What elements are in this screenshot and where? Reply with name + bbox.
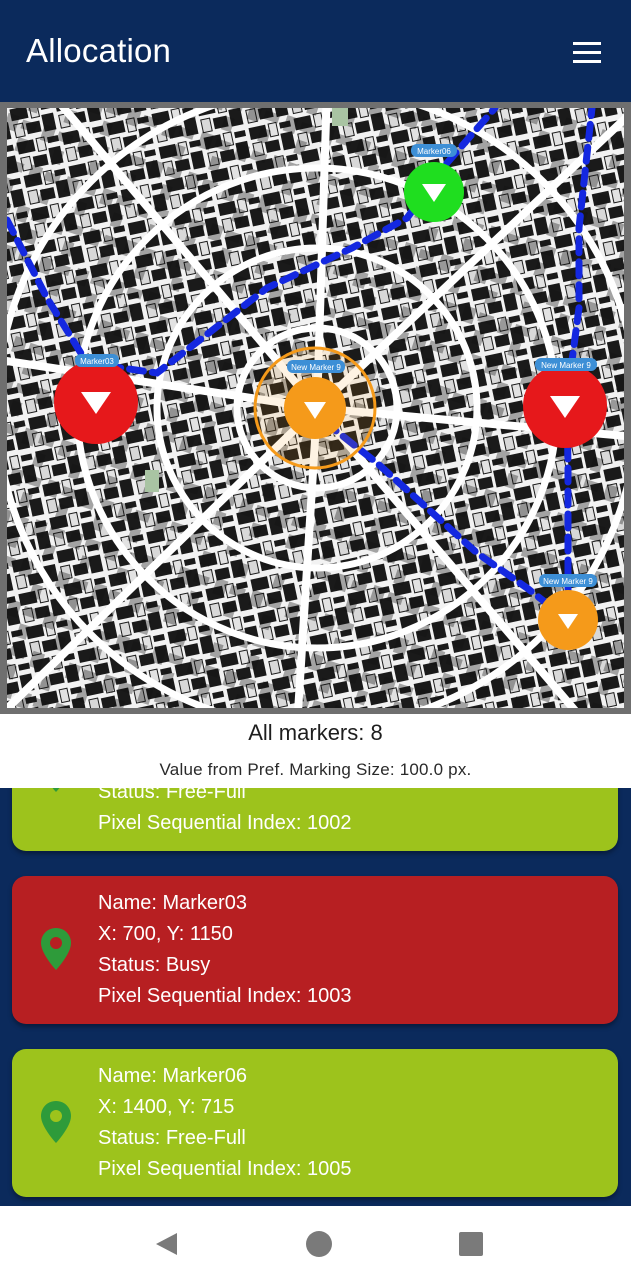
app-bar: Allocation (0, 0, 631, 102)
map-pin-icon (39, 788, 73, 794)
marker-label: New Marker 9 (543, 577, 593, 586)
marker-card[interactable]: Status: Free-Full Pixel Sequential Index… (12, 788, 618, 851)
card-index: Pixel Sequential Index: 1002 (98, 812, 352, 834)
marker-label: Marker03 (80, 357, 114, 366)
map-pin-icon (39, 1099, 73, 1145)
map-pin-icon (39, 926, 73, 972)
card-coordinates: X: 1400, Y: 715 (98, 1096, 235, 1118)
map-marker[interactable]: New Marker 9 (538, 574, 598, 650)
system-nav-bar (0, 1206, 631, 1280)
summary-panel: All markers: 8 Value from Pref. Marking … (0, 714, 631, 788)
back-triangle-icon[interactable] (152, 1230, 180, 1258)
card-status: Status: Free-Full (98, 1127, 246, 1149)
marker-label: Marker06 (417, 147, 451, 156)
card-coordinates: X: 700, Y: 1150 (98, 923, 233, 945)
card-status: Status: Free-Full (98, 788, 246, 803)
marker-card[interactable]: Name: Marker03 X: 700, Y: 1150 Status: B… (12, 876, 618, 1024)
card-index: Pixel Sequential Index: 1003 (98, 985, 352, 1007)
hamburger-menu-icon[interactable] (570, 38, 606, 68)
marker-label: New Marker 9 (291, 363, 341, 372)
marker-card[interactable]: Name: Marker06 X: 1400, Y: 715 Status: F… (12, 1049, 618, 1197)
city-map-canvas[interactable]: Marker03 Marker06 New Marker 9 New Marke… (7, 108, 624, 708)
marker-label: New Marker 9 (541, 361, 591, 370)
marking-size-text: Value from Pref. Marking Size: 100.0 px. (159, 760, 472, 779)
recents-square-icon[interactable] (458, 1231, 484, 1257)
map-view[interactable]: Marker03 Marker06 New Marker 9 New Marke… (0, 102, 631, 714)
card-name: Name: Marker06 (98, 1065, 247, 1087)
card-name: Name: Marker03 (98, 892, 247, 914)
card-status: Status: Busy (98, 954, 211, 976)
page-title: Allocation (26, 32, 172, 69)
home-circle-icon[interactable] (305, 1230, 333, 1258)
map-marker-selected[interactable]: New Marker 9 (253, 346, 377, 470)
all-markers-count: All markers: 8 (248, 720, 383, 745)
marker-list[interactable]: Status: Free-Full Pixel Sequential Index… (0, 788, 631, 1206)
card-index: Pixel Sequential Index: 1005 (98, 1158, 352, 1180)
